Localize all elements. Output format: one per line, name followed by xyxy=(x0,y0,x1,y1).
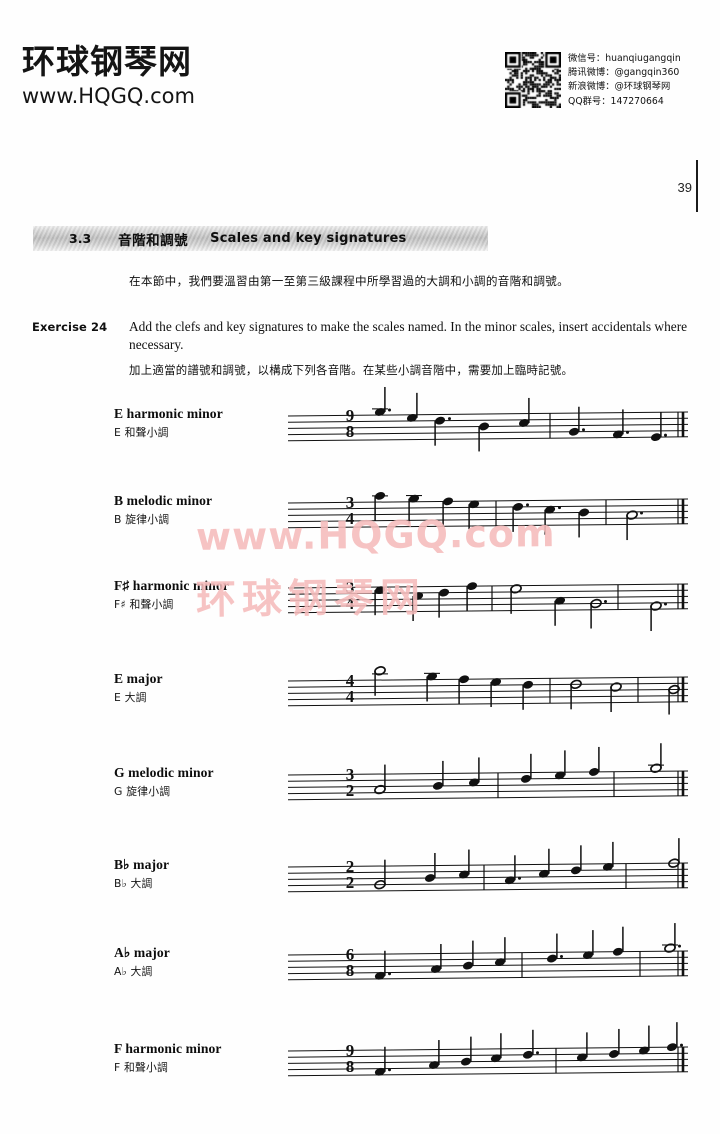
exercise-label: Exercise 24 xyxy=(32,320,108,334)
scale-name-cn: E 和聲小調 xyxy=(114,426,169,439)
music-staff: 444/4 xyxy=(287,666,689,729)
section-title-en: Scales and key signatures xyxy=(210,231,407,246)
qr-code-icon xyxy=(505,52,561,108)
music-staff: 323/2 xyxy=(287,743,689,823)
scale-name-en: F harmonic minor xyxy=(114,1041,222,1056)
svg-text:2: 2 xyxy=(346,873,355,892)
svg-text:4: 4 xyxy=(346,687,355,706)
page-number: 39 xyxy=(677,180,692,195)
svg-text:8: 8 xyxy=(346,1057,355,1076)
intro-paragraph-cn: 在本節中，我們要溫習由第一至第三級課程中所學習過的大調和小調的音階和調號。 xyxy=(129,274,570,288)
document-page: 环球钢琴网 www.HQGQ.com 微信号：huanqiugangqin 腾讯… xyxy=(0,0,720,1134)
music-staff: 343/4 xyxy=(287,489,689,551)
scale-name-en: B♭ major xyxy=(114,857,170,872)
svg-text:2: 2 xyxy=(346,781,355,800)
scale-name-cn: E 大調 xyxy=(114,691,147,704)
scale-name-en: G melodic minor xyxy=(114,765,214,780)
scale-name-cn: F♯ 和聲小調 xyxy=(114,598,174,611)
contact-block: 微信号：huanqiugangqin 腾讯微博：@gangqin360 新浪微博… xyxy=(505,52,681,109)
scale-label: F♯ harmonic minor F♯ 和聲小調 xyxy=(114,578,304,612)
exercise-instructions-cn: 加上適當的譜號和調號，以構成下列各音階。在某些小調音階中，需要加上臨時記號。 xyxy=(129,363,574,377)
scale-label: A♭ major A♭ 大調 xyxy=(114,945,304,979)
svg-text:4: 4 xyxy=(346,509,355,528)
contact-line-tencent-weibo: 腾讯微博：@gangqin360 xyxy=(568,67,680,79)
scale-name-cn: B♭ 大調 xyxy=(114,877,153,890)
contact-line-qq-group: QQ群号：147270664 xyxy=(568,95,664,107)
section-number: 3.3 xyxy=(69,231,92,246)
brand-name-cn: 环球钢琴网 xyxy=(22,42,192,81)
scale-label: B melodic minor B 旋律小調 xyxy=(114,493,304,527)
contact-line-sina-weibo: 新浪微博：@环球钢琴网 xyxy=(568,81,671,93)
exercise-instructions-en: Add the clefs and key signatures to make… xyxy=(129,319,688,352)
music-staff: 686/8 xyxy=(287,923,689,1003)
scale-name-en: F♯ harmonic minor xyxy=(114,578,229,593)
scale-name-cn: B 旋律小調 xyxy=(114,513,170,526)
music-staff: 222/2 xyxy=(287,838,689,915)
scale-name-cn: A♭ 大調 xyxy=(114,965,153,978)
music-staff: 989/8 xyxy=(287,1022,689,1099)
brand-url: www.HQGQ.com xyxy=(22,84,195,109)
scale-label: G melodic minor G 旋律小調 xyxy=(114,765,304,799)
scale-name-en: A♭ major xyxy=(114,945,170,960)
page-number-area: 39 xyxy=(678,160,698,212)
scale-label: E major E 大調 xyxy=(114,671,304,705)
scale-name-en: E harmonic minor xyxy=(114,406,223,421)
svg-text:8: 8 xyxy=(346,961,355,980)
contact-lines: 微信号：huanqiugangqin 腾讯微博：@gangqin360 新浪微博… xyxy=(568,52,681,109)
site-brand: 环球钢琴网 www.HQGQ.com xyxy=(22,42,342,109)
scale-name-cn: G 旋律小調 xyxy=(114,785,171,798)
scale-name-en: E major xyxy=(114,671,163,686)
scale-name-en: B melodic minor xyxy=(114,493,213,508)
scale-label: E harmonic minor E 和聲小調 xyxy=(114,406,304,440)
section-heading-banner: 3.3 音階和調號 Scales and key signatures xyxy=(33,226,488,251)
section-title-cn: 音階和調號 xyxy=(118,232,189,249)
svg-text:8: 8 xyxy=(346,422,355,441)
scale-label: B♭ major B♭ 大調 xyxy=(114,857,304,891)
music-staff: 343/4 xyxy=(287,574,689,636)
exercise-body: Add the clefs and key signatures to make… xyxy=(129,318,697,379)
scale-name-cn: F 和聲小調 xyxy=(114,1061,169,1074)
scale-label: F harmonic minor F 和聲小調 xyxy=(114,1041,304,1075)
music-staff: 989/8 xyxy=(287,386,689,464)
page-edge-rule xyxy=(696,160,698,212)
svg-text:4: 4 xyxy=(346,594,355,613)
contact-line-wechat: 微信号：huanqiugangqin xyxy=(568,53,681,64)
